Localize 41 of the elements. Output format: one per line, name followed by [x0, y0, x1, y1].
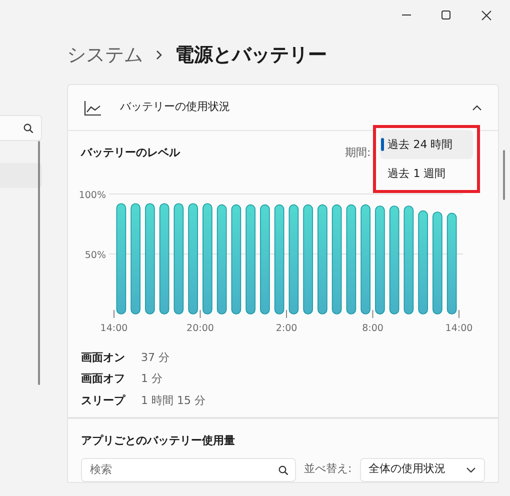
- section-title: バッテリーの使用状況: [120, 99, 231, 116]
- axis-label: 50%: [84, 250, 106, 260]
- chevron-right-icon: [155, 50, 163, 60]
- search-icon: [23, 123, 33, 133]
- sidebar-item[interactable]: [0, 163, 42, 188]
- period-label: 期間:: [345, 145, 371, 161]
- tick-mark: [372, 309, 374, 318]
- section-title: アプリごとのバッテリー使用量: [81, 433, 236, 449]
- maximize-icon[interactable]: [440, 10, 452, 20]
- stat-value: 1 分: [141, 371, 164, 387]
- axis-label: 100%: [78, 190, 106, 200]
- breadcrumb-item: 電源とバッテリー: [175, 42, 327, 68]
- chart-title: バッテリーのレベル: [81, 145, 180, 161]
- search-field[interactable]: [0, 115, 42, 141]
- scrollbar[interactable]: [503, 150, 505, 200]
- sort-dropdown[interactable]: 全体の使用状況: [360, 458, 485, 482]
- search-field[interactable]: 検索: [81, 458, 296, 482]
- chevron-down-icon: [466, 466, 476, 474]
- menu-item[interactable]: 過去 1 週間: [380, 159, 473, 188]
- tick-mark: [286, 309, 287, 318]
- stat-value: 37 分: [141, 350, 170, 366]
- section-header[interactable]: バッテリーの使用状況: [67, 84, 499, 131]
- stat-value: 1 時間 15 分: [141, 392, 206, 408]
- stat-label: 画面オフ: [81, 371, 126, 387]
- axis-label: 8:00: [362, 322, 384, 334]
- tick-mark: [458, 309, 460, 318]
- sort-label: 並べ替え:: [304, 461, 352, 478]
- chart-icon: [84, 100, 102, 116]
- chevron-up-icon[interactable]: [472, 104, 482, 112]
- search-icon: [278, 464, 288, 474]
- stat-label: スリープ: [81, 392, 126, 408]
- menu-item[interactable]: 過去 24 時間: [380, 130, 473, 160]
- axis-label: 14:00: [445, 322, 473, 334]
- stat-label: 画面オン: [81, 350, 126, 366]
- breadcrumb-item[interactable]: システム: [67, 40, 143, 70]
- scrollbar[interactable]: [38, 141, 40, 385]
- axis-label: 20:00: [186, 322, 214, 334]
- close-icon[interactable]: [480, 10, 492, 20]
- axis-label: 14:00: [100, 322, 128, 334]
- tick-mark: [200, 309, 201, 318]
- axis-label: 2:00: [276, 322, 298, 334]
